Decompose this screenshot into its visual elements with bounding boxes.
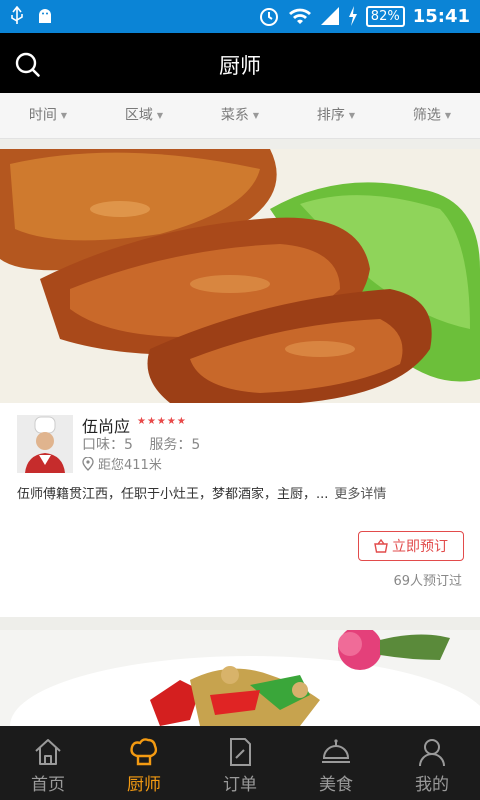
chef-hat-icon: [130, 738, 158, 766]
android-icon: [39, 9, 51, 23]
taste-rating: 口味：5: [82, 437, 133, 453]
filter-screen[interactable]: 筛选 ▼: [384, 93, 480, 138]
order-icon: [230, 738, 251, 766]
filter-time[interactable]: 时间 ▼: [0, 93, 96, 138]
chef-avatar[interactable]: [17, 415, 73, 473]
title-bar: 厨师: [0, 33, 480, 93]
location-pin-icon: [82, 456, 94, 471]
chef-card-next[interactable]: [0, 630, 480, 726]
caret-down-icon: ▼: [156, 111, 164, 120]
bottom-tab-bar: 首页 厨师 订单 美食 我的: [0, 726, 480, 800]
rating-stars: ★★★★★: [137, 416, 187, 427]
filter-bar: 时间 ▼ 区域 ▼ 菜系 ▼ 排序 ▼ 筛选 ▼: [0, 93, 480, 139]
home-icon: [35, 739, 61, 765]
signal-icon: [320, 7, 339, 25]
chef-portrait-icon: [17, 415, 73, 473]
basket-icon: [374, 539, 388, 553]
tab-orders[interactable]: 订单: [192, 726, 288, 800]
chef-distance: 距您411米: [82, 454, 162, 473]
user-icon: [419, 739, 445, 767]
more-details-link[interactable]: 更多详情: [334, 487, 386, 502]
caret-down-icon: ▼: [348, 111, 356, 120]
clock: 15:41: [412, 5, 470, 27]
filter-cuisine[interactable]: 菜系 ▼: [192, 93, 288, 138]
filter-sort[interactable]: 排序 ▼: [288, 93, 384, 138]
wifi-icon: [288, 8, 311, 24]
caret-down-icon: ▼: [444, 111, 452, 120]
tab-chef[interactable]: 厨师: [96, 726, 192, 800]
filter-area[interactable]: 区域 ▼: [96, 93, 192, 138]
tab-mine[interactable]: 我的: [384, 726, 480, 800]
tab-food[interactable]: 美食: [288, 726, 384, 800]
dish-icon: [322, 739, 350, 763]
alarm-icon: [259, 8, 278, 26]
charging-icon: [348, 6, 357, 26]
tab-home[interactable]: 首页: [0, 726, 96, 800]
page-title: 厨师: [219, 54, 261, 78]
usb-icon: [11, 6, 23, 24]
dish-photo[interactable]: [0, 630, 480, 726]
dish-photo[interactable]: [0, 149, 480, 403]
chef-card[interactable]: 伍尚应 ★★★★★ 口味：5 服务：5 距您411米 伍师傅籍贯江西，任职于小灶…: [0, 149, 480, 617]
chef-description: 伍师傅籍贯江西，任职于小灶王，梦都酒家，主厨，... 更多详情: [17, 487, 387, 502]
status-bar: 82% 15:41: [0, 0, 480, 33]
caret-down-icon: ▼: [252, 111, 260, 120]
chef-ratings: 口味：5 服务：5: [82, 434, 212, 454]
caret-down-icon: ▼: [60, 111, 68, 120]
service-rating: 服务：5: [149, 437, 201, 453]
booked-count: 69人预订过: [393, 574, 462, 589]
reserve-button[interactable]: 立即预订: [358, 531, 464, 561]
battery-level: 82%: [365, 5, 405, 27]
